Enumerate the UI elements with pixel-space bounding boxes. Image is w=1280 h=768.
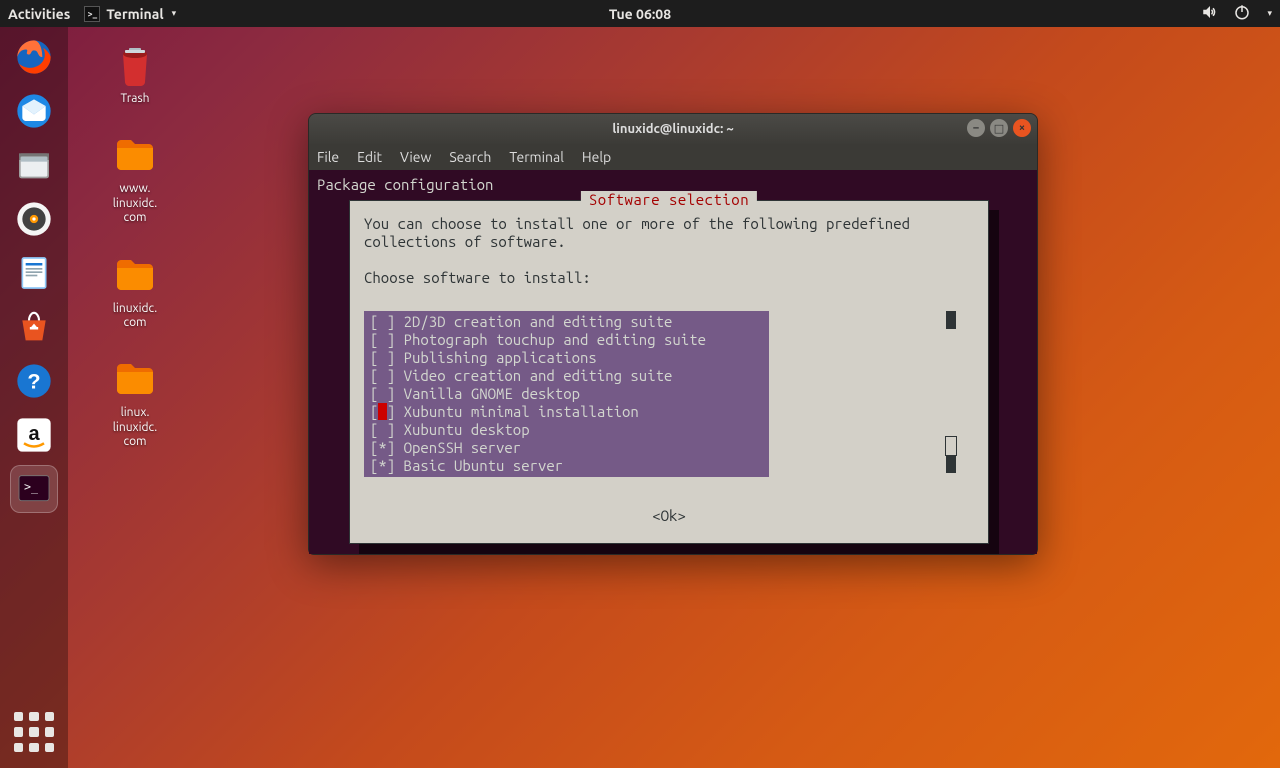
desktop-trash-label: Trash	[120, 92, 149, 106]
show-applications-button[interactable]	[14, 712, 54, 752]
terminal-menubar: File Edit View Search Terminal Help	[309, 144, 1037, 170]
dock-help[interactable]: ?	[10, 357, 58, 405]
tasksel-prompt: Choose software to install:	[364, 269, 974, 287]
tasksel-option[interactable]: [ ] Xubuntu desktop	[364, 421, 769, 439]
menu-view[interactable]: View	[400, 149, 431, 165]
tasksel-options: [ ] 2D/3D creation and editing suite[ ] …	[364, 311, 974, 477]
desktop-folder-www[interactable]: www. linuxidc. com	[111, 130, 159, 225]
terminal-body[interactable]: Package configuration Software selection…	[309, 170, 1037, 554]
window-title: linuxidc@linuxidc: ~	[612, 122, 733, 136]
tasksel-option[interactable]: [ ] 2D/3D creation and editing suite	[364, 313, 769, 331]
tasksel-option[interactable]: [ ] Vanilla GNOME desktop	[364, 385, 769, 403]
window-minimize-button[interactable]: –	[967, 119, 985, 137]
dock-rhythmbox[interactable]	[10, 195, 58, 243]
activities-button[interactable]: Activities	[8, 6, 70, 22]
desktop-folder-linux[interactable]: linux. linuxidc. com	[111, 354, 159, 449]
desktop-folder-www-label: www. linuxidc. com	[113, 182, 157, 225]
volume-icon[interactable]	[1201, 3, 1219, 24]
tasksel-option[interactable]: [ ] Xubuntu minimal installation	[364, 403, 769, 421]
tasksel-ok-button[interactable]: <Ok>	[364, 507, 974, 525]
tasksel-option[interactable]: [*] OpenSSH server	[364, 439, 769, 457]
dock-terminal[interactable]: >_	[10, 465, 58, 513]
desktop-folder-linuxidc[interactable]: linuxidc. com	[111, 250, 159, 331]
desktop-icons: Trash www. linuxidc. com linuxidc. com l…	[95, 40, 175, 450]
tasksel-option[interactable]: [*] Basic Ubuntu server	[364, 457, 769, 475]
tasksel-title: Software selection	[581, 191, 757, 209]
system-menu-chevron-icon[interactable]: ▾	[1267, 8, 1272, 19]
menu-search[interactable]: Search	[449, 149, 491, 165]
menu-edit[interactable]: Edit	[357, 149, 382, 165]
menu-help[interactable]: Help	[582, 149, 611, 165]
tasksel-lead2: collections of software.	[364, 233, 974, 251]
folder-icon	[111, 130, 159, 178]
dock-firefox[interactable]	[10, 33, 58, 81]
app-menu-label: Terminal	[106, 6, 163, 22]
tasksel-option[interactable]: [ ] Photograph touchup and editing suite	[364, 331, 769, 349]
menu-terminal[interactable]: Terminal	[509, 149, 564, 165]
tasksel-lead1: You can choose to install one or more of…	[364, 215, 974, 233]
window-close-button[interactable]: ×	[1013, 119, 1031, 137]
tasksel-dialog: Software selection You can choose to ins…	[349, 200, 989, 544]
svg-text:?: ?	[27, 369, 40, 394]
desktop-trash[interactable]: Trash	[111, 40, 159, 106]
svg-text:a: a	[28, 423, 40, 445]
dock-writer[interactable]	[10, 249, 58, 297]
folder-icon	[111, 250, 159, 298]
tasksel-scrollbar[interactable]	[946, 311, 956, 477]
dock-amazon[interactable]: a	[10, 411, 58, 459]
clock[interactable]: Tue 06:08	[609, 6, 671, 22]
tasksel-option[interactable]: [ ] Video creation and editing suite	[364, 367, 769, 385]
dock: ? a >_	[0, 27, 68, 768]
window-maximize-button[interactable]: □	[990, 119, 1008, 137]
dock-files[interactable]	[10, 141, 58, 189]
desktop-folder-linuxidc-label: linuxidc. com	[113, 302, 157, 331]
app-menu[interactable]: >_ Terminal ▾	[84, 6, 176, 22]
terminal-window: linuxidc@linuxidc: ~ – □ × File Edit Vie…	[308, 113, 1038, 555]
dock-thunderbird[interactable]	[10, 87, 58, 135]
power-icon[interactable]	[1233, 3, 1251, 24]
folder-icon	[111, 354, 159, 402]
svg-text:>_: >_	[24, 480, 39, 494]
menu-file[interactable]: File	[317, 149, 339, 165]
window-titlebar[interactable]: linuxidc@linuxidc: ~ – □ ×	[309, 114, 1037, 144]
chevron-down-icon: ▾	[172, 8, 177, 19]
dock-software[interactable]	[10, 303, 58, 351]
gnome-topbar: Activities >_ Terminal ▾ Tue 06:08 ▾	[0, 0, 1280, 27]
desktop-folder-linux-label: linux. linuxidc. com	[113, 406, 157, 449]
terminal-icon: >_	[84, 6, 100, 22]
tasksel-option[interactable]: [ ] Publishing applications	[364, 349, 769, 367]
